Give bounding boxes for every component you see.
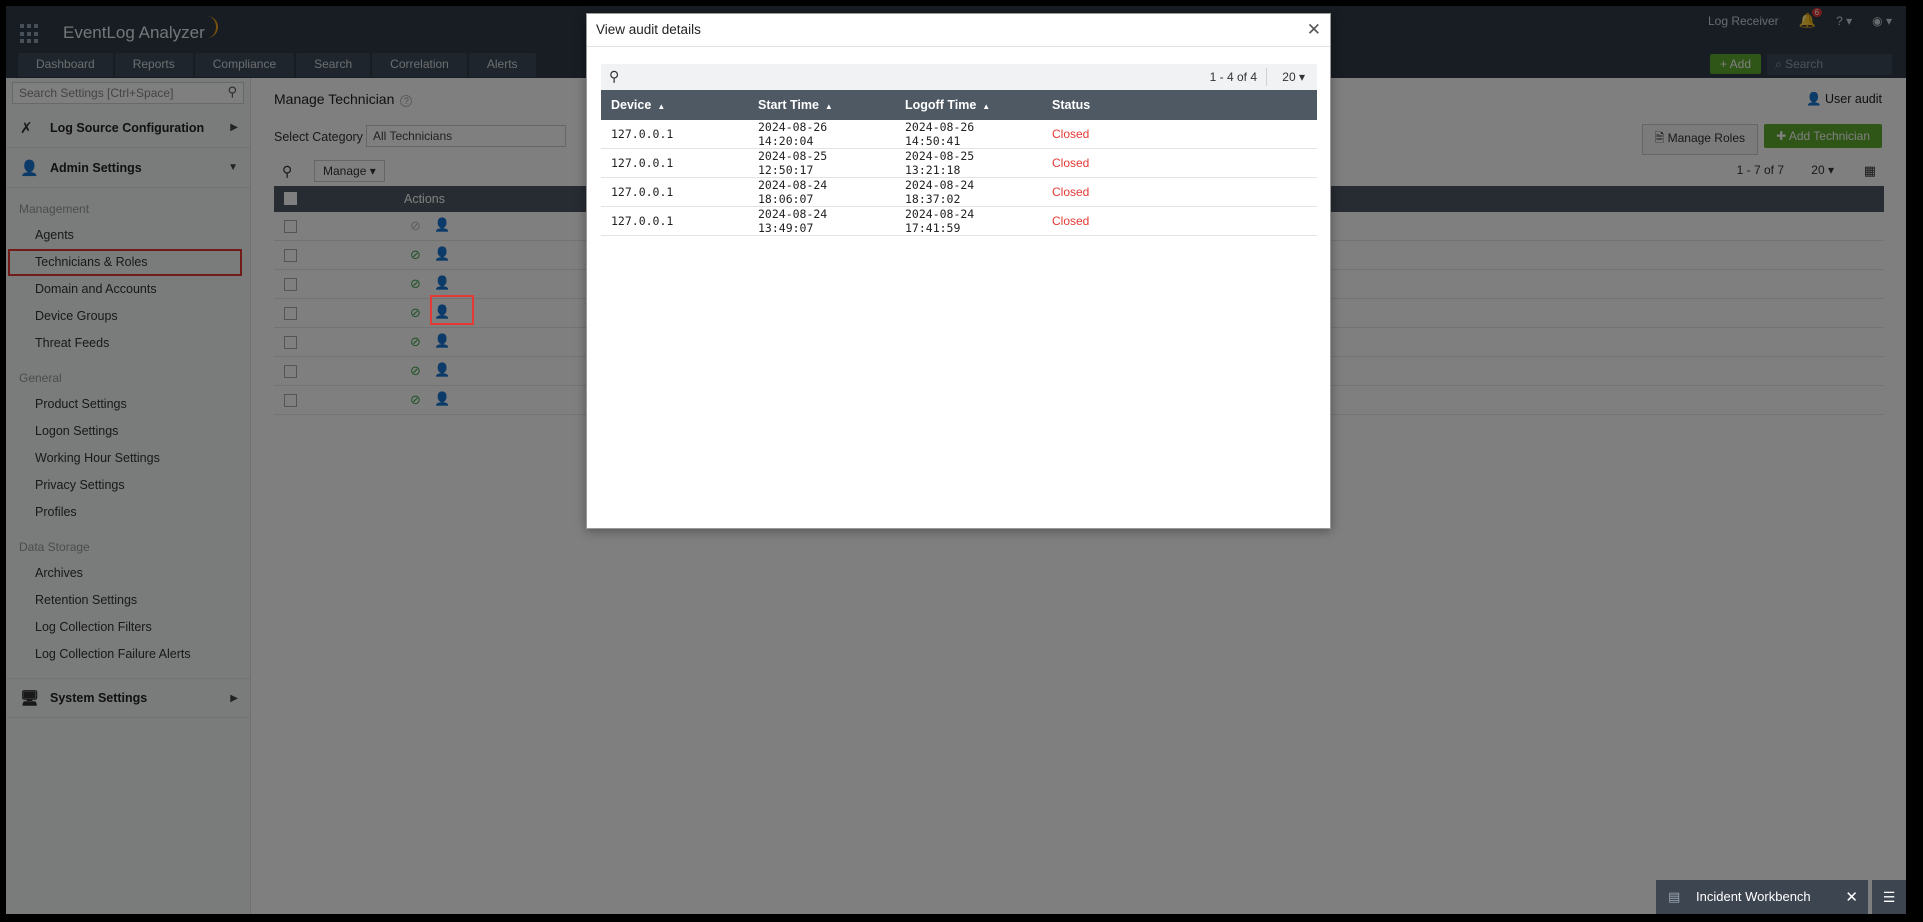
modal-pagination-info: 1 - 4 of 4	[1209, 70, 1257, 84]
chat-icon[interactable]: ☰	[1872, 880, 1906, 914]
column-header-start-time[interactable]: Start Time ▲	[748, 90, 895, 120]
column-label: Start Time	[758, 98, 819, 112]
device-cell: 127.0.0.1	[601, 177, 748, 207]
device-cell: 127.0.0.1	[601, 148, 748, 178]
column-header-logoff-time[interactable]: Logoff Time ▲	[895, 90, 1042, 120]
modal-toolbar: ⚲ 1 - 4 of 4 20 ▾	[601, 64, 1317, 90]
start-time-cell: 2024-08-24 18:06:07	[748, 177, 895, 207]
column-header-device[interactable]: Device ▲	[601, 90, 748, 120]
status-cell: Closed	[1042, 206, 1317, 236]
audit-table: Device ▲ Start Time ▲ Logoff Time ▲ Status …	[601, 90, 1317, 236]
app-window: EventLog Analyzer Log Receiver 🔔6 ? ▾ ◉ …	[6, 6, 1906, 914]
modal-header: View audit details ✕	[587, 14, 1330, 47]
sort-asc-icon: ▲	[982, 102, 991, 111]
column-label: Status	[1052, 98, 1091, 112]
close-icon[interactable]: ✕	[1307, 20, 1321, 40]
status-cell: Closed	[1042, 120, 1317, 149]
start-time-cell: 2024-08-25 12:50:17	[748, 148, 895, 178]
table-row: 127.0.0.1 2024-08-26 14:20:04 2024-08-26…	[601, 120, 1317, 149]
audit-table-header: Device ▲ Start Time ▲ Logoff Time ▲ Status	[601, 90, 1317, 120]
modal-page-size-value: 20	[1282, 70, 1296, 84]
logoff-time-cell: 2024-08-25 13:21:18	[895, 148, 1042, 178]
table-row: 127.0.0.1 2024-08-24 18:06:07 2024-08-24…	[601, 177, 1317, 207]
logoff-time-cell: 2024-08-24 17:41:59	[895, 206, 1042, 236]
logoff-time-cell: 2024-08-26 14:50:41	[895, 120, 1042, 149]
sort-asc-icon: ▲	[824, 102, 833, 111]
modal-page-size-dropdown[interactable]: 20 ▾	[1282, 70, 1305, 84]
highlight-box	[430, 295, 474, 325]
column-header-status[interactable]: Status	[1042, 90, 1317, 120]
modal-title: View audit details	[596, 22, 701, 37]
table-row: 127.0.0.1 2024-08-24 13:49:07 2024-08-24…	[601, 206, 1317, 236]
audit-details-modal: View audit details ✕ ⚲ 1 - 4 of 4 20 ▾ D…	[586, 13, 1331, 529]
incident-workbench-bar[interactable]: ▤ Incident Workbench ✕	[1656, 880, 1868, 914]
start-time-cell: 2024-08-24 13:49:07	[748, 206, 895, 236]
table-row: 127.0.0.1 2024-08-25 12:50:17 2024-08-25…	[601, 148, 1317, 178]
status-cell: Closed	[1042, 177, 1317, 207]
status-cell: Closed	[1042, 148, 1317, 178]
start-time-cell: 2024-08-26 14:20:04	[748, 120, 895, 149]
sort-asc-icon: ▲	[657, 102, 666, 111]
workbench-label: Incident Workbench	[1696, 889, 1811, 904]
device-cell: 127.0.0.1	[601, 120, 748, 149]
device-cell: 127.0.0.1	[601, 206, 748, 236]
workbench-icon: ▤	[1668, 889, 1681, 904]
search-icon[interactable]: ⚲	[609, 68, 619, 85]
logoff-time-cell: 2024-08-24 18:37:02	[895, 177, 1042, 207]
divider	[1266, 68, 1267, 86]
column-label: Logoff Time	[905, 98, 977, 112]
close-icon[interactable]: ✕	[1845, 888, 1858, 906]
column-label: Device	[611, 98, 652, 112]
